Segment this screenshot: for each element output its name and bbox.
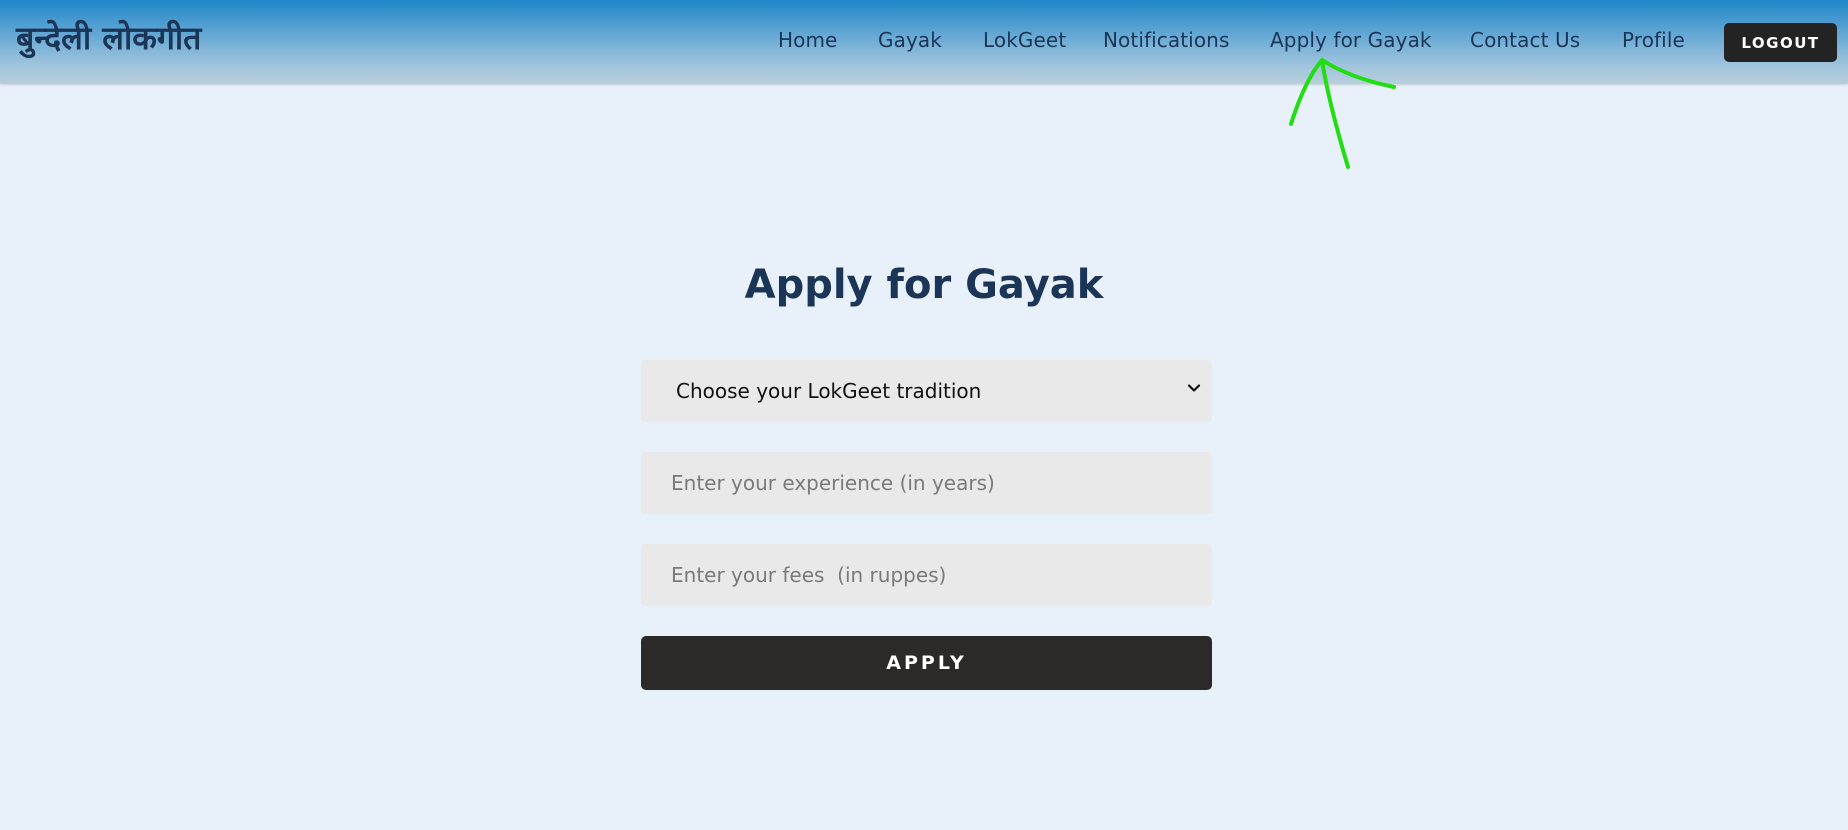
nav-link-home[interactable]: Home — [778, 28, 837, 52]
nav-link-contact-us[interactable]: Contact Us — [1470, 28, 1580, 52]
lokgeet-tradition-select[interactable]: Choose your LokGeet tradition — [641, 360, 1212, 422]
apply-button[interactable]: APPLY — [641, 636, 1212, 690]
form-title: Apply for Gayak — [744, 262, 1104, 308]
nav-link-gayak[interactable]: Gayak — [878, 28, 942, 52]
nav-link-lokgeet[interactable]: LokGeet — [983, 28, 1066, 52]
logout-button[interactable]: LOGOUT — [1724, 23, 1837, 62]
nav-links: Home Gayak LokGeet Notifications Apply f… — [0, 0, 1848, 84]
experience-input[interactable]: Enter your experience (in years) — [641, 452, 1212, 514]
top-navbar: बुन्देली लोकगीत Home Gayak LokGeet Notif… — [0, 0, 1848, 84]
nav-link-apply-for-gayak[interactable]: Apply for Gayak — [1270, 28, 1432, 52]
nav-link-profile[interactable]: Profile — [1622, 28, 1685, 52]
fees-placeholder: Enter your fees (in ruppes) — [671, 563, 947, 587]
experience-placeholder: Enter your experience (in years) — [671, 471, 995, 495]
tradition-select-value: Choose your LokGeet tradition — [676, 379, 982, 403]
green-arrow-annotation-icon — [1289, 58, 1396, 169]
fees-input[interactable]: Enter your fees (in ruppes) — [641, 544, 1212, 606]
nav-link-notifications[interactable]: Notifications — [1103, 28, 1229, 52]
chevron-down-icon — [1187, 384, 1201, 392]
